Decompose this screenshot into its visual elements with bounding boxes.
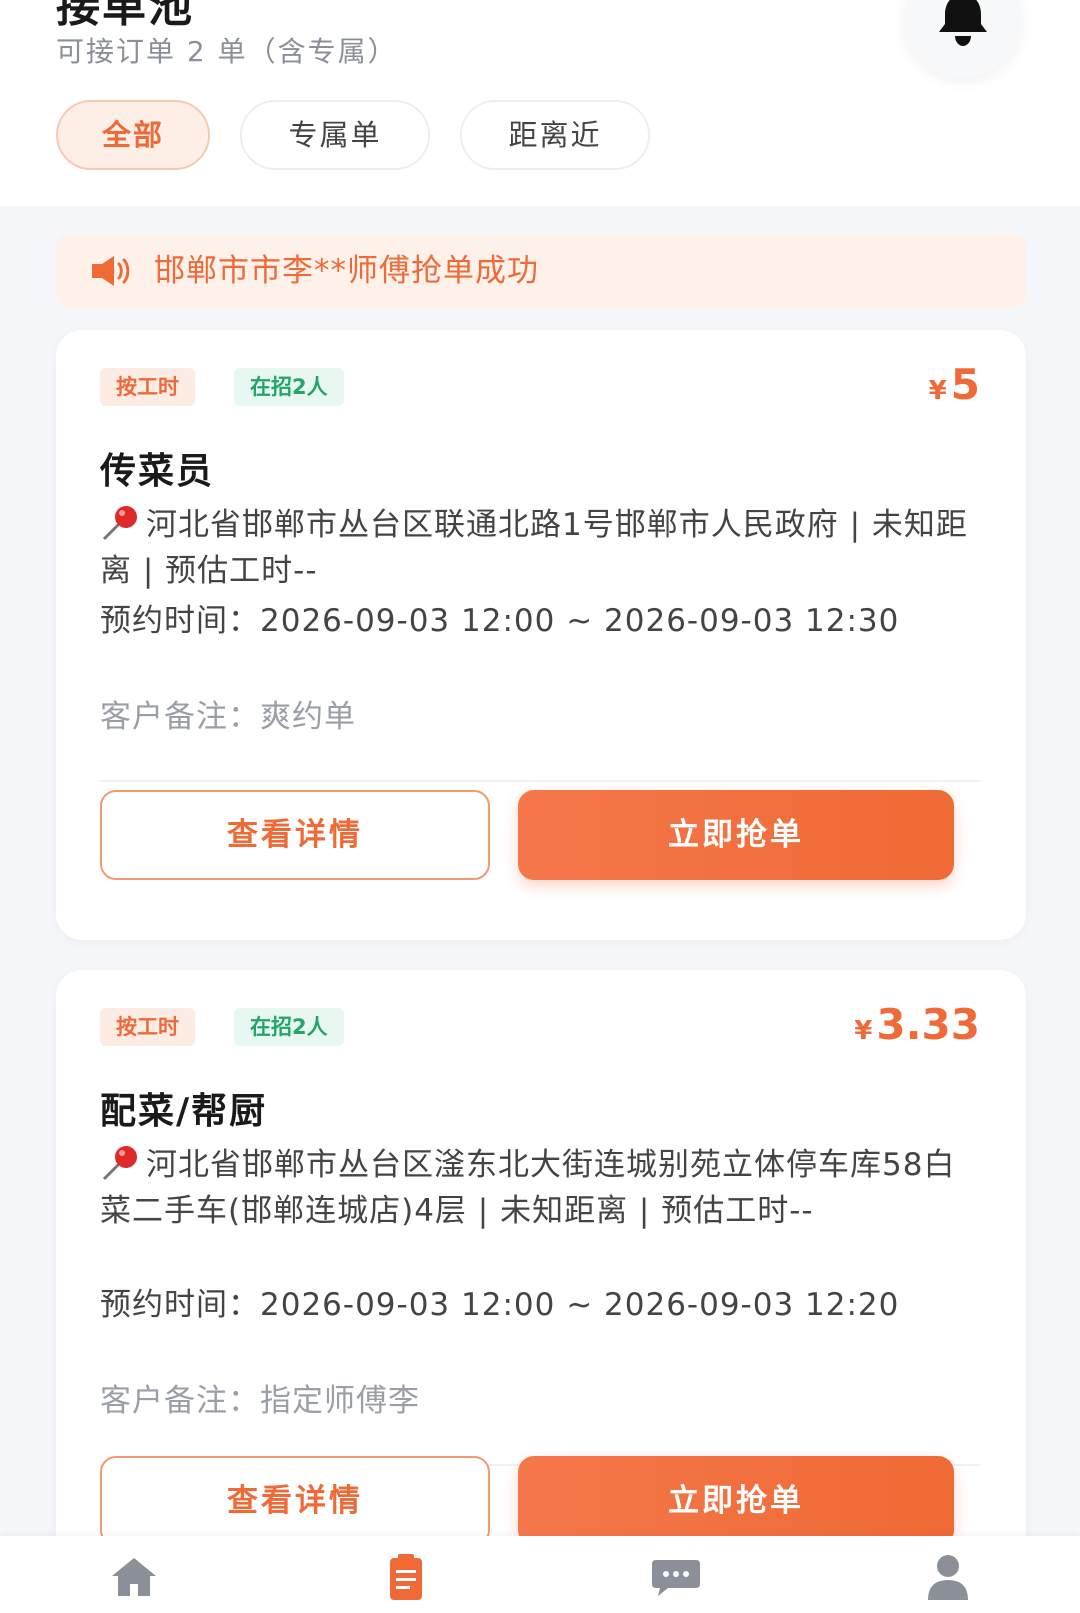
price-value: 5	[950, 360, 980, 409]
orders-icon	[390, 1554, 422, 1600]
order-address: 河北省邯郸市丛台区滏东北大街连城别苑立体停车库58白菜二手车(邯郸连城店)4层 …	[100, 1142, 980, 1234]
tab-messages[interactable]	[646, 1552, 706, 1602]
bottom-tab-bar	[0, 1536, 1080, 1613]
divider	[100, 780, 980, 782]
order-price: ¥3.33	[854, 1000, 980, 1049]
filter-exclusive[interactable]: 专属单	[240, 100, 430, 170]
order-card[interactable]: 按工时 在招2人 ¥3.33 配菜/帮厨 河北省邯郸市丛台区滏东北大街连城别苑立…	[56, 970, 1026, 1613]
notice-banner[interactable]: 邯郸市市李**师傅抢单成功	[56, 234, 1026, 308]
filter-all[interactable]: 全部	[56, 100, 210, 170]
customer-note: 客户备注：爽约单	[100, 699, 356, 735]
view-details-button[interactable]: 查看详情	[100, 1456, 490, 1546]
order-address: 河北省邯郸市丛台区联通北路1号邯郸市人民政府 | 未知距离 | 预估工时--	[100, 502, 980, 594]
order-count-subtitle: 可接订单 2 单（含专属）	[56, 35, 398, 68]
price-value: 3.33	[876, 1000, 980, 1049]
grab-order-button[interactable]: 立即抢单	[518, 1456, 954, 1546]
order-price: ¥5	[929, 360, 980, 409]
speaker-icon	[92, 256, 130, 286]
bell-icon	[939, 0, 987, 46]
location-pin-icon	[102, 506, 137, 541]
view-details-button[interactable]: 查看详情	[100, 790, 490, 880]
hiring-count-tag: 在招2人	[234, 368, 344, 406]
address-text: 河北省邯郸市丛台区联通北路1号邯郸市人民政府 | 未知距离 | 预估工时--	[100, 507, 968, 589]
tab-orders[interactable]	[376, 1552, 436, 1602]
profile-icon	[928, 1555, 968, 1600]
currency-symbol: ¥	[854, 1016, 873, 1046]
notification-button[interactable]	[904, 0, 1022, 78]
billing-type-tag: 按工时	[100, 368, 195, 406]
messages-icon	[652, 1560, 700, 1596]
billing-type-tag: 按工时	[100, 1008, 195, 1046]
page-header: 接单池 可接订单 2 单（含专属） 全部 专属单 距离近	[0, 0, 1080, 206]
job-title: 传菜员	[100, 451, 215, 492]
tab-home[interactable]	[104, 1552, 164, 1602]
grab-order-button[interactable]: 立即抢单	[518, 790, 954, 880]
order-card[interactable]: 按工时 在招2人 ¥5 传菜员 河北省邯郸市丛台区联通北路1号邯郸市人民政府 |…	[56, 330, 1026, 940]
job-title: 配菜/帮厨	[100, 1091, 268, 1132]
customer-note: 客户备注：指定师傅李	[100, 1383, 420, 1419]
page-title: 接单池	[56, 0, 194, 32]
currency-symbol: ¥	[928, 376, 947, 406]
filter-chips: 全部 专属单 距离近	[56, 100, 756, 170]
tab-profile[interactable]	[918, 1552, 978, 1602]
location-pin-icon	[102, 1146, 137, 1181]
home-icon	[112, 1558, 156, 1596]
appointment-time: 预约时间：2026-09-03 12:00 ~ 2026-09-03 12:30	[100, 603, 900, 639]
filter-nearby[interactable]: 距离近	[460, 100, 650, 170]
appointment-time: 预约时间：2026-09-03 12:00 ~ 2026-09-03 12:20	[100, 1287, 900, 1323]
notice-text: 邯郸市市李**师傅抢单成功	[154, 253, 539, 289]
hiring-count-tag: 在招2人	[234, 1008, 344, 1046]
address-text: 河北省邯郸市丛台区滏东北大街连城别苑立体停车库58白菜二手车(邯郸连城店)4层 …	[100, 1147, 956, 1229]
